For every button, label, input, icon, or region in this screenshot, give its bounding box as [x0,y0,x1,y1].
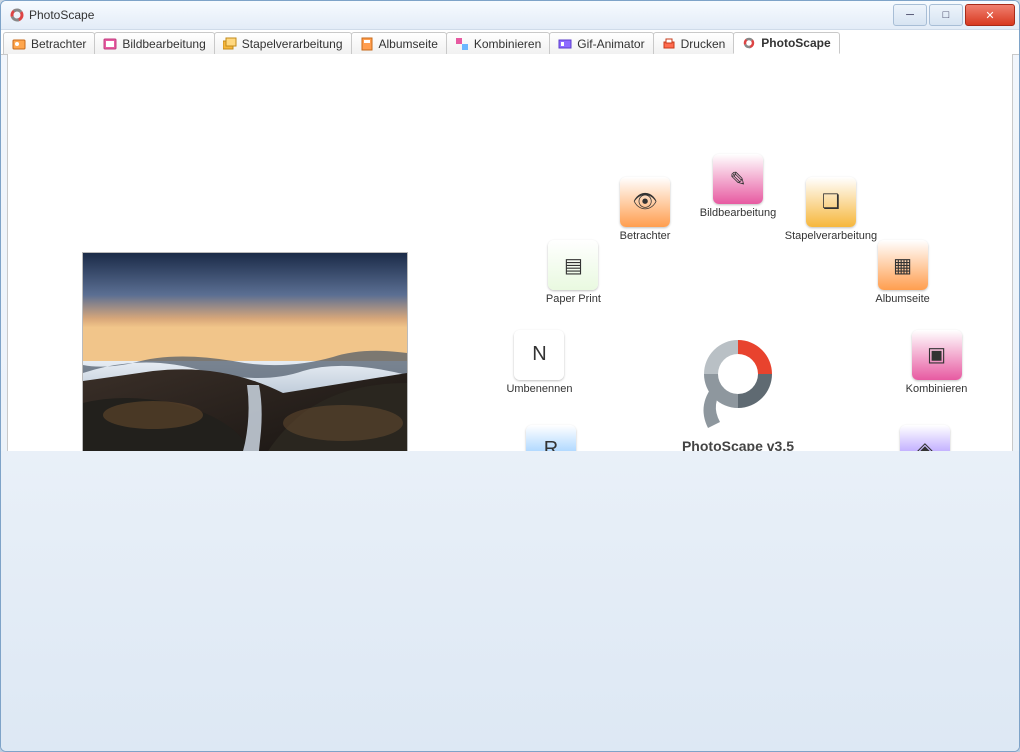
albumseite-icon: ▦ [878,240,928,290]
window-buttons: ─ □ ✕ [891,4,1015,26]
tab-label: Drucken [681,37,726,51]
minimize-button[interactable]: ─ [893,4,927,26]
bildbearbeitung-icon: ✎ [713,154,763,204]
tab-label: Kombinieren [474,37,541,51]
tab-photoscape[interactable]: PhotoScape [733,32,839,54]
tab-label: Albumseite [379,37,438,51]
titlebar: PhotoScape ─ □ ✕ [1,1,1019,30]
tab-label: PhotoScape [761,36,830,50]
tab-label: Stapelverarbeitung [242,37,343,51]
feature-umbenennen[interactable]: N Umbenennen [479,330,599,395]
preview-image [82,252,408,470]
viewer-tab-icon [12,37,26,51]
tab-label: Betrachter [31,37,86,51]
feature-label: Kombinieren [877,383,997,395]
kombinieren-icon: ▣ [912,330,962,380]
paper-print-icon: ▤ [548,240,598,290]
umbenennen-icon: N [514,330,564,380]
tab-betrachter[interactable]: Betrachter [3,32,95,54]
feature-label: Albumseite [843,293,963,305]
betrachter-icon: 👁 [620,177,670,227]
close-button[interactable]: ✕ [965,4,1015,26]
feature-label: Paper Print [513,293,633,305]
tab-gif-animator[interactable]: Gif-Animator [549,32,653,54]
tab-bar: Betrachter Bildbearbeitung Stapelverarbe… [1,30,1019,55]
window-title: PhotoScape [25,8,891,22]
feature-label: Betrachter [585,230,705,242]
tab-label: Gif-Animator [577,37,644,51]
feature-betrachter[interactable]: 👁 Betrachter [585,177,705,242]
feature-stapelverarbeitung[interactable]: ❏Stapelverarbeitung [771,177,891,242]
feature-label: Umbenennen [479,383,599,395]
center-block: PhotoScape v3.5 http://www.photoscape.or… [658,324,818,465]
feature-paper-print[interactable]: ▤ Paper Print [513,240,633,305]
tab-albumseite[interactable]: Albumseite [351,32,447,54]
tab-bildbearbeitung[interactable]: Bildbearbeitung [94,32,214,54]
tab-stapelverarbeitung[interactable]: Stapelverarbeitung [214,32,352,54]
page-tab-icon [360,37,374,51]
print-tab-icon [662,37,676,51]
batch-tab-icon [223,37,237,51]
photoscape-tab-icon [742,36,756,50]
app-window: PhotoScape ─ □ ✕ Betrachter Bildbearbeit… [0,0,1020,752]
tab-kombinieren[interactable]: Kombinieren [446,32,550,54]
tab-label: Bildbearbeitung [122,37,205,51]
tab-drucken[interactable]: Drucken [653,32,735,54]
photoscape-logo-icon [683,324,793,434]
editor-tab-icon [103,37,117,51]
feature-kombinieren[interactable]: ▣ Kombinieren [877,330,997,395]
feature-albumseite[interactable]: ▦ Albumseite [843,240,963,305]
maximize-button[interactable]: □ [929,4,963,26]
desktop-background [1,451,1019,751]
app-icon [9,7,25,23]
gif-tab-icon [558,37,572,51]
combine-tab-icon [455,37,469,51]
stapelverarbeitung-icon: ❏ [806,177,856,227]
